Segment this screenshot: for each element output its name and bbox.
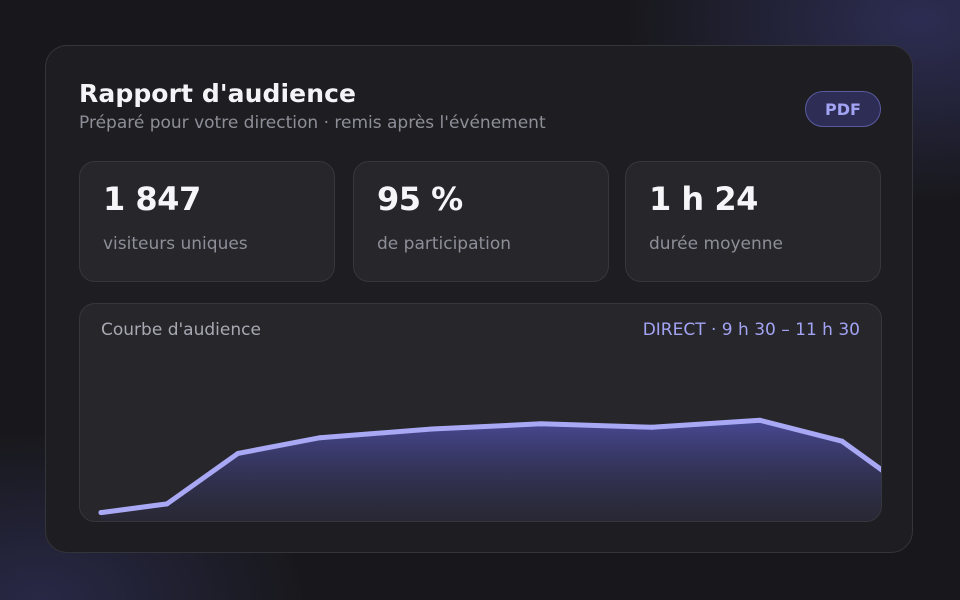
audience-data-point: [235, 450, 241, 456]
audience-area: [101, 420, 881, 521]
stat-value: 1 847: [103, 180, 201, 218]
audience-data-point: [649, 424, 655, 430]
report-subtitle: Préparé pour votre direction · remis apr…: [79, 113, 546, 133]
audience-data-point: [538, 421, 544, 427]
stat-label: de participation: [377, 234, 512, 254]
report-title: Rapport d'audience: [79, 79, 357, 108]
chart-title: Courbe d'audience: [101, 320, 261, 340]
audience-data-point: [429, 426, 435, 432]
audience-chart-panel: Courbe d'audience DIRECT · 9 h 30 – 11 h…: [79, 303, 882, 522]
stat-value: 95 %: [377, 180, 463, 218]
stat-value: 1 h 24: [649, 180, 758, 218]
live-time-badge: DIRECT · 9 h 30 – 11 h 30: [642, 320, 860, 340]
audience-report-card: Rapport d'audience Préparé pour votre di…: [45, 45, 913, 553]
audience-data-point: [839, 438, 845, 444]
audience-data-point: [317, 435, 323, 441]
audience-data-point: [164, 501, 170, 507]
stat-label: visiteurs uniques: [103, 234, 248, 254]
stat-card-visitors: 1 847 visiteurs uniques: [79, 161, 335, 282]
stat-card-duration: 1 h 24 durée moyenne: [625, 161, 881, 282]
stat-card-participation: 95 % de participation: [353, 161, 609, 282]
stat-label: durée moyenne: [649, 234, 783, 254]
pdf-export-button[interactable]: PDF: [805, 91, 881, 127]
audience-data-point: [757, 417, 763, 423]
audience-data-point: [98, 510, 104, 516]
